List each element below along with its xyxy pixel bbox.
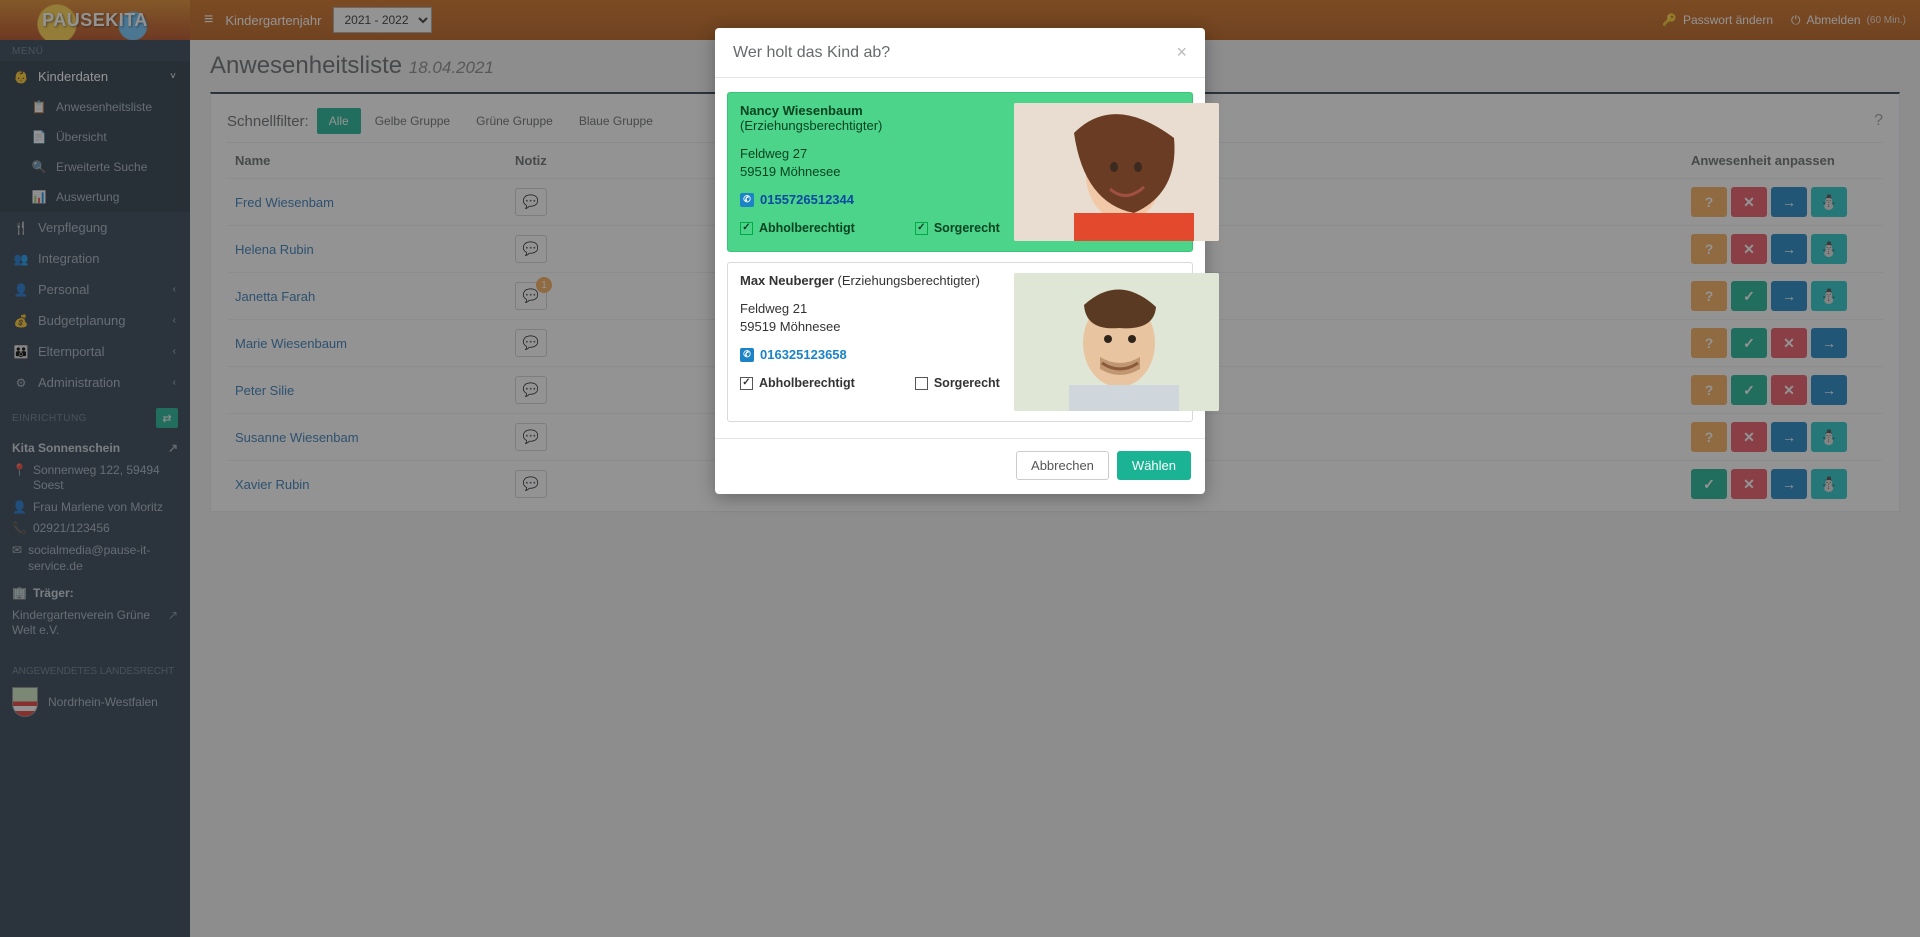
person-role: (Erziehungsberechtigter)	[740, 118, 882, 133]
cancel-button[interactable]: Abbrechen	[1016, 451, 1109, 480]
abholberechtigt-check: ✓Abholberechtigt	[740, 376, 855, 390]
person-photo	[1014, 103, 1219, 241]
person-phone-link[interactable]: ✆016325123658	[740, 347, 847, 362]
checkbox-icon: ✓	[740, 377, 753, 390]
person-name: Max Neuberger	[740, 273, 834, 288]
checkbox-icon: ✓	[740, 222, 753, 235]
pickup-person-card[interactable]: Nancy Wiesenbaum (Erziehungsberechtigter…	[727, 92, 1193, 252]
modal-title: Wer holt das Kind ab?	[733, 44, 890, 62]
checkbox-icon: ✓	[915, 222, 928, 235]
person-photo	[1014, 273, 1219, 411]
person-address: Feldweg 2759519 Möhnesee	[740, 145, 1000, 180]
phone-icon: ✆	[740, 348, 754, 362]
checkbox-icon	[915, 377, 928, 390]
pickup-modal: Wer holt das Kind ab? × Nancy Wiesenbaum…	[715, 28, 1205, 494]
select-button[interactable]: Wählen	[1117, 451, 1191, 480]
modal-footer: Abbrechen Wählen	[715, 438, 1205, 494]
sorgerecht-check: Sorgerecht	[915, 376, 1000, 390]
person-name: Nancy Wiesenbaum	[740, 103, 863, 118]
person-address: Feldweg 2159519 Möhnesee	[740, 300, 1000, 335]
abholberechtigt-check: ✓Abholberechtigt	[740, 221, 855, 235]
modal-header: Wer holt das Kind ab? ×	[715, 28, 1205, 78]
close-icon[interactable]: ×	[1176, 42, 1187, 63]
person-phone-link[interactable]: ✆0155726512344	[740, 192, 854, 207]
modal-overlay[interactable]: Wer holt das Kind ab? × Nancy Wiesenbaum…	[0, 0, 1920, 937]
person-role: (Erziehungsberechtigter)	[838, 273, 980, 288]
modal-body: Nancy Wiesenbaum (Erziehungsberechtigter…	[715, 78, 1205, 438]
pickup-person-card[interactable]: Max Neuberger (Erziehungsberechtigter) F…	[727, 262, 1193, 422]
sorgerecht-check: ✓Sorgerecht	[915, 221, 1000, 235]
phone-icon: ✆	[740, 193, 754, 207]
